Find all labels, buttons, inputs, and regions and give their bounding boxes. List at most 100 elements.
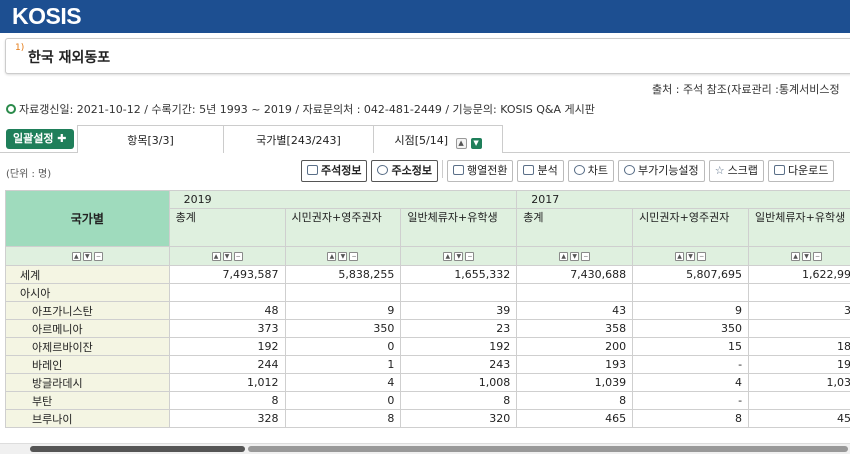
table-row: 아시아 [5, 283, 850, 302]
row-header[interactable]: 방글라데시 [5, 373, 170, 392]
collapse-icon[interactable]: − [349, 252, 359, 261]
sort-up-icon[interactable]: ▲ [791, 252, 801, 261]
tab-items-label: 항목[3/3] [127, 134, 174, 147]
source-text: 출처 : 주석 참조(자료관리 :통계서비스정 [652, 83, 840, 96]
table-cell: 192 [168, 337, 286, 356]
scrap-button[interactable]: ☆ 스크랩 [708, 160, 764, 182]
pivot-icon [452, 165, 464, 175]
table-row: 세계 7,493,587 5,838,255 1,655,332 7,430,688 5,… [5, 265, 850, 284]
table-cell: - [632, 391, 750, 410]
extra-settings-button[interactable]: 부가기능설정 [617, 160, 705, 182]
annotation-button[interactable]: 주석정보 [301, 160, 368, 182]
sort-down-icon[interactable]: ▼ [802, 252, 812, 261]
table-row: 부탄8088-8 [5, 391, 850, 410]
collapse-icon[interactable]: − [697, 252, 707, 261]
toolbar-divider [441, 160, 443, 178]
table-cell: 193 [748, 355, 850, 374]
table-cell [284, 283, 402, 302]
scrollbar-thumb[interactable] [30, 446, 245, 452]
sort-down-icon[interactable]: ▼ [82, 252, 92, 261]
row-header[interactable]: 아제르바이잔 [5, 337, 170, 356]
tab-period[interactable]: 시점[5/14] ▲ ▼ [373, 125, 503, 153]
table-cell: - [632, 355, 750, 374]
pie-chart-icon [573, 165, 585, 175]
kosis-logo[interactable]: KOSIS [12, 3, 82, 30]
analysis-button[interactable]: 분석 [517, 160, 564, 182]
sort-up-icon[interactable]: ▲ [71, 252, 81, 261]
dimension-tabs: 일괄설정 ✚ 항목[3/3] 국가별[243/243] 시점[5/14] ▲ ▼ [0, 125, 850, 153]
column-sort-controls: ▲ ▼ − [516, 246, 634, 266]
collapse-icon[interactable]: − [581, 252, 591, 261]
pivot-label: 행열전환 [466, 164, 508, 177]
chart-button[interactable]: 차트 [567, 160, 614, 182]
row-header[interactable]: 바레인 [5, 355, 170, 374]
table-cell: 5,838,255 [284, 265, 402, 284]
column-header: 일반체류자+유학생 [400, 208, 518, 247]
data-table: 국가별 2019 2017 총계 시민권자+영주권자 일반체류자+유학생 총계 … [5, 190, 850, 428]
table-cell: 8 [632, 409, 750, 428]
sort-up-icon[interactable]: ▲ [675, 252, 685, 261]
table-cell: 320 [400, 409, 518, 428]
row-header[interactable]: 세계 [5, 265, 170, 284]
column-header: 총계 [168, 208, 286, 247]
sort-down-icon[interactable]: ▼ [570, 252, 580, 261]
row-header[interactable]: 부탄 [5, 391, 170, 410]
column-sort-controls: ▲ ▼ − [284, 246, 402, 266]
title-footnote[interactable]: 1) [15, 43, 24, 53]
scrollbar-track[interactable] [248, 446, 848, 452]
table-cell: 5,807,695 [632, 265, 750, 284]
table-cell: 193 [516, 355, 634, 374]
tab-items[interactable]: 항목[3/3] [77, 125, 223, 153]
sort-up-icon[interactable]: ▲ [443, 252, 453, 261]
sort-up-icon[interactable]: ▲ [327, 252, 337, 261]
sort-down-icon[interactable]: ▼ [686, 252, 696, 261]
triangle-down-icon[interactable]: ▼ [470, 138, 482, 149]
table-cell: 1,008 [400, 373, 518, 392]
table-cell: 8 [400, 391, 518, 410]
triangle-up-icon[interactable]: ▲ [455, 138, 467, 149]
download-label: 다운로드 [787, 164, 829, 177]
sort-down-icon[interactable]: ▼ [454, 252, 464, 261]
page-title: 한국 재외동포 [28, 50, 111, 66]
table-row: 브루나이32883204658457 [5, 409, 850, 428]
collapse-icon[interactable]: − [233, 252, 243, 261]
collapse-icon[interactable]: − [93, 252, 103, 261]
row-header[interactable]: 아르메니아 [5, 319, 170, 338]
sort-down-icon[interactable]: ▼ [338, 252, 348, 261]
table-cell: 8 [748, 319, 850, 338]
row-header[interactable]: 아프가니스탄 [5, 301, 170, 320]
sort-down-icon[interactable]: ▼ [222, 252, 232, 261]
table-cell: 192 [400, 337, 518, 356]
row-header[interactable]: 아시아 [5, 283, 170, 302]
collapse-icon[interactable]: − [465, 252, 475, 261]
table-cell: 1,655,332 [400, 265, 518, 284]
address-button[interactable]: 주소정보 [371, 160, 438, 182]
sort-up-icon[interactable]: ▲ [559, 252, 569, 261]
table-cell: 1,035 [748, 373, 850, 392]
table-cell: 457 [748, 409, 850, 428]
table-cell: 1,039 [516, 373, 634, 392]
analysis-label: 분석 [537, 164, 558, 177]
tab-country[interactable]: 국가별[243/243] [223, 125, 373, 153]
annotation-label: 주석정보 [321, 164, 362, 177]
batch-settings-button[interactable]: 일괄설정 ✚ [6, 129, 74, 149]
title-box: 1) 한국 재외동포 [5, 38, 850, 74]
year-header: 2017 [516, 190, 850, 209]
note-icon [307, 165, 318, 175]
pivot-button[interactable]: 행열전환 [446, 160, 514, 182]
table-cell: 8 [284, 409, 402, 428]
horizontal-scrollbar[interactable] [0, 443, 850, 454]
table-cell: 48 [168, 301, 286, 320]
extra-settings-label: 부가기능설정 [637, 164, 699, 177]
row-header[interactable]: 브루나이 [5, 409, 170, 428]
download-button[interactable]: 다운로드 [767, 160, 835, 182]
sort-up-icon[interactable]: ▲ [211, 252, 221, 261]
tab-period-label: 시점[5/14] [394, 134, 449, 147]
collapse-icon[interactable]: − [813, 252, 823, 261]
column-sort-controls: ▲ ▼ − [748, 246, 850, 266]
star-icon: ☆ [714, 164, 725, 177]
table-row: 바레인2441243193-193 [5, 355, 850, 374]
gear-icon [623, 165, 635, 175]
table-cell: 8 [748, 391, 850, 410]
download-icon [773, 165, 785, 175]
